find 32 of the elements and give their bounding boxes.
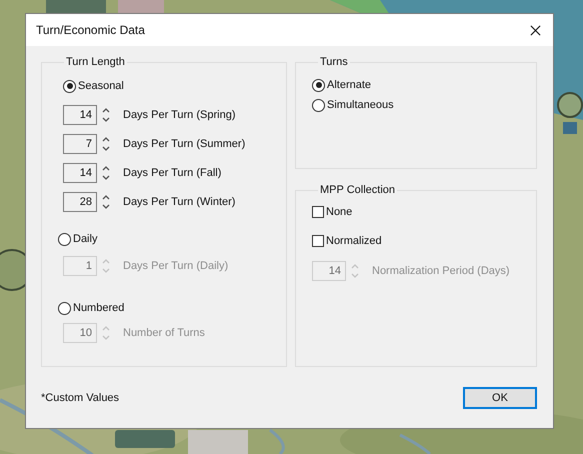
radio-label: Daily — [73, 233, 98, 245]
group-title: Turns — [319, 56, 349, 68]
number-field[interactable]: 7 — [63, 134, 97, 154]
radio-button[interactable] — [58, 302, 71, 314]
field-label: Days Per Turn (Summer) — [123, 138, 246, 150]
checkbox[interactable] — [312, 206, 324, 218]
radio-button[interactable] — [58, 232, 71, 246]
number-field[interactable]: 14 — [63, 162, 97, 182]
footnote: *Custom Values — [41, 392, 120, 404]
field-label: Days Per Turn (Daily) — [123, 260, 228, 272]
number-field[interactable]: 14 — [63, 104, 97, 124]
field-label: Days Per Turn (Fall) — [123, 166, 222, 178]
checkbox-label: None — [326, 206, 352, 218]
close-icon[interactable] — [530, 24, 541, 36]
group-title: Turn Length — [65, 56, 126, 68]
field-label: Days Per Turn (Winter) — [123, 196, 236, 208]
radio-label: Alternate — [327, 79, 372, 91]
window-title: Turn/Economic Data — [36, 23, 145, 37]
radio-label: Seasonal — [78, 80, 124, 92]
radio-label: Numbered — [73, 302, 124, 314]
group-title: MPP Collection — [319, 184, 396, 196]
field-label: Normalization Period (Days) — [372, 264, 510, 276]
checkbox[interactable] — [312, 235, 324, 247]
radio-button[interactable] — [312, 78, 325, 92]
checkbox-label: Normalized — [326, 235, 382, 247]
field-label: Days Per Turn (Spring) — [123, 108, 236, 120]
ok-button[interactable]: OK — [463, 387, 537, 409]
field-label: Number of Turns — [123, 326, 205, 338]
radio-label: Simultaneous — [327, 99, 394, 111]
radio-button[interactable] — [63, 80, 76, 92]
number-field[interactable]: 28 — [63, 192, 97, 212]
radio-button[interactable] — [312, 98, 325, 112]
